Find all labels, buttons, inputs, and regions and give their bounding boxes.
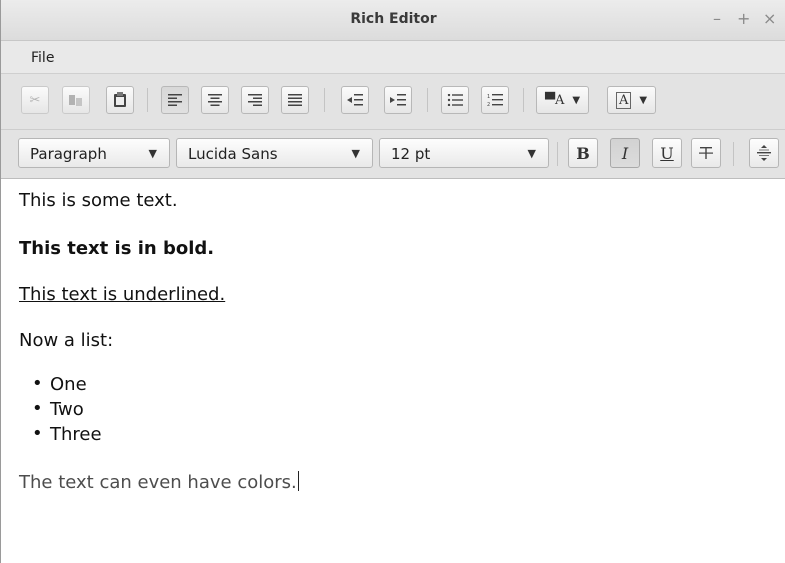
list-item: • Three — [32, 423, 102, 445]
copy-icon — [69, 95, 82, 106]
align-justify-icon — [288, 94, 302, 106]
font-family-value: Lucida Sans — [188, 145, 278, 163]
text-line-bold: This text is in bold. — [19, 238, 215, 259]
background-color-icon: A — [616, 91, 632, 109]
paragraph-style-value: Paragraph — [30, 145, 107, 163]
underline-button[interactable]: U — [652, 138, 682, 168]
background-color-dropdown[interactable]: A ▼ — [607, 86, 657, 114]
toolbar-separator — [147, 88, 148, 112]
bullet-icon: • — [32, 373, 43, 394]
toolbar-top: ✂ 12 ▀A ▼ A ▼ — [1, 74, 785, 130]
rich-editor-window: Rich Editor – + × File ✂ 1 2 ▀A ▼ A ▼ Pa… — [0, 0, 785, 563]
outdent-button[interactable] — [341, 86, 369, 114]
font-size-select[interactable]: 12 pt ▼ — [379, 138, 549, 168]
scissors-icon: ✂ — [29, 92, 41, 108]
chevron-down-icon: ▼ — [351, 147, 360, 160]
window-title: Rich Editor — [350, 11, 437, 27]
list-item: • Two — [32, 398, 84, 420]
editor-text-area[interactable]: This is some text. This text is in bold.… — [2, 179, 785, 563]
paragraph-style-select[interactable]: Paragraph ▼ — [18, 138, 170, 168]
list-item-text: Two — [50, 399, 84, 420]
indent-icon — [390, 94, 406, 106]
close-button[interactable]: × — [763, 9, 776, 28]
strikethrough-icon — [699, 147, 713, 159]
align-center-icon — [208, 94, 222, 106]
colored-text: The text can even have colors. — [19, 472, 297, 493]
text-line-list-intro: Now a list: — [19, 330, 114, 351]
maximize-button[interactable]: + — [737, 9, 750, 28]
text-color-icon: ▀A — [545, 92, 565, 108]
bullet-icon: • — [32, 398, 43, 419]
font-family-select[interactable]: Lucida Sans ▼ — [176, 138, 373, 168]
text-color-dropdown[interactable]: ▀A ▼ — [536, 86, 590, 114]
align-left-button[interactable] — [161, 86, 189, 114]
bullet-icon: • — [32, 423, 43, 444]
text-cursor — [297, 471, 299, 491]
svg-text:1: 1 — [487, 94, 490, 100]
bold-button[interactable]: B — [568, 138, 598, 168]
toolbar-separator — [427, 88, 428, 112]
toolbar-format: Paragraph ▼ Lucida Sans ▼ 12 pt ▼ B I U — [1, 130, 785, 179]
align-center-button[interactable] — [201, 86, 229, 114]
italic-button[interactable]: I — [610, 138, 640, 168]
align-right-icon — [248, 94, 262, 106]
numbered-list-icon: 12 — [487, 94, 503, 107]
chevron-down-icon: ▼ — [527, 147, 536, 160]
copy-button[interactable] — [62, 86, 90, 114]
svg-text:2: 2 — [487, 102, 490, 107]
strikethrough-button[interactable] — [691, 138, 721, 168]
menu-file[interactable]: File — [31, 50, 54, 66]
horizontal-rule-button[interactable] — [749, 138, 779, 168]
toolbar-separator — [523, 88, 524, 112]
minimize-button[interactable]: – — [713, 9, 721, 28]
align-left-icon — [168, 94, 182, 106]
title-bar: Rich Editor – + × — [1, 0, 785, 41]
menu-bar: File — [1, 41, 785, 74]
toolbar-separator — [733, 142, 734, 166]
font-size-value: 12 pt — [391, 145, 431, 163]
cut-button[interactable]: ✂ — [21, 86, 49, 114]
bulleted-list-icon — [447, 94, 463, 106]
paste-icon — [114, 92, 126, 107]
chevron-down-icon: ▼ — [148, 147, 157, 160]
outdent-icon — [347, 94, 363, 106]
toolbar-separator — [557, 142, 558, 166]
align-justify-button[interactable] — [281, 86, 309, 114]
horizontal-rule-icon — [757, 145, 771, 161]
indent-button[interactable] — [384, 86, 412, 114]
chevron-down-icon: ▼ — [639, 94, 648, 106]
text-line-colored: The text can even have colors. — [19, 471, 299, 493]
list-item-text: Three — [50, 424, 102, 445]
numbered-list-button[interactable]: 12 — [481, 86, 509, 114]
paste-button[interactable] — [106, 86, 134, 114]
align-right-button[interactable] — [241, 86, 269, 114]
list-item-text: One — [50, 374, 87, 395]
text-line-underlined: This text is underlined. — [19, 284, 226, 305]
chevron-down-icon: ▼ — [572, 94, 581, 106]
list-item: • One — [32, 373, 87, 395]
bulleted-list-button[interactable] — [441, 86, 469, 114]
toolbar-separator — [324, 88, 325, 112]
text-line-plain: This is some text. — [19, 190, 178, 211]
